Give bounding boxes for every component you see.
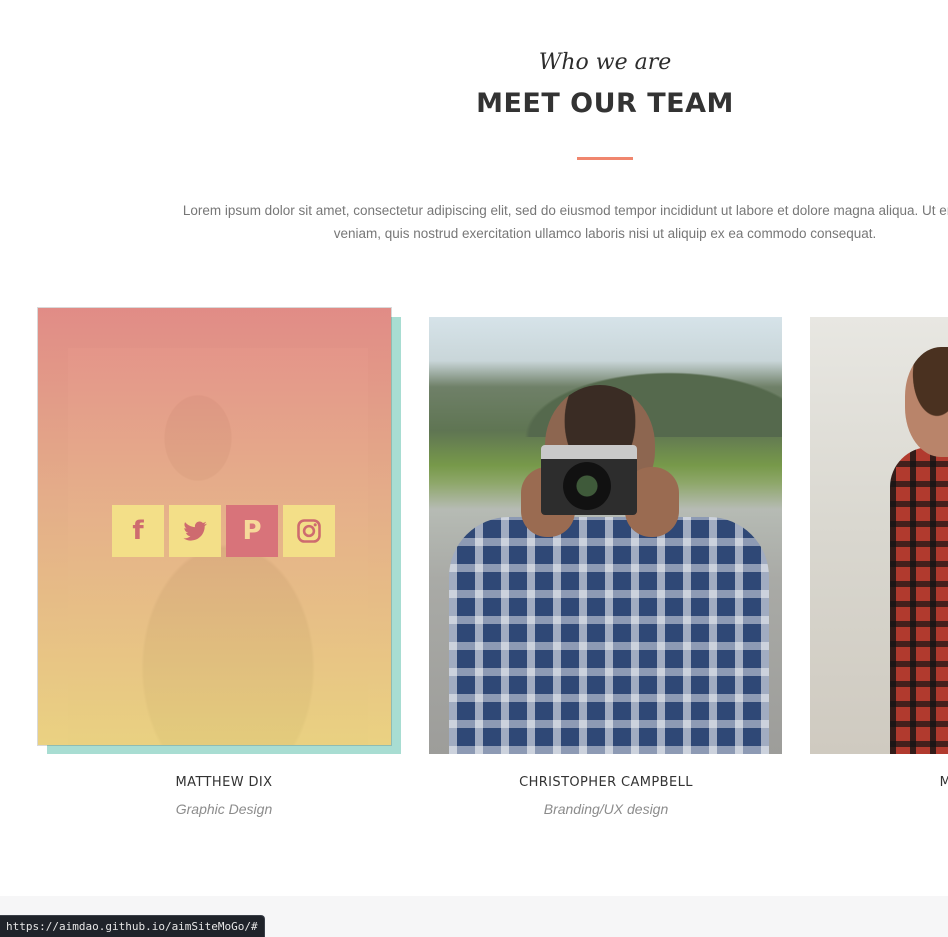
- member-role: Developer: [802, 801, 948, 817]
- facebook-icon: f: [132, 516, 144, 546]
- pinterest-icon: P: [242, 516, 262, 546]
- member-role: Branding/UX design: [543, 801, 669, 817]
- twitter-icon: [183, 521, 208, 541]
- browser-status-url: https://aimdao.github.io/aimSiteMoGo/#: [0, 915, 265, 937]
- social-links: f P: [112, 505, 335, 557]
- section-title: MEET OUR TEAM: [476, 88, 734, 119]
- team-section: Who we are MEET OUR TEAM Lorem ipsum dol…: [0, 0, 948, 937]
- intro-line-2: veniam, quis nostrud exercitation ullamc…: [333, 226, 877, 241]
- member-name: MATTHEW DIX: [175, 775, 273, 790]
- facebook-button[interactable]: f: [112, 505, 164, 557]
- member-head: [905, 347, 948, 457]
- member-name: CHRISTOPHER CAMPBELL: [519, 775, 693, 790]
- member-role: Graphic Design: [175, 801, 273, 817]
- plaid-shirt: [449, 517, 769, 754]
- twitter-button[interactable]: [169, 505, 221, 557]
- team-member-photo-christopher[interactable]: [429, 317, 782, 754]
- member-name: MICHAEL DAM: [939, 775, 948, 790]
- team-member-photo-michael[interactable]: [810, 317, 948, 754]
- pinterest-button[interactable]: P: [226, 505, 278, 557]
- instagram-button[interactable]: [283, 505, 335, 557]
- instagram-icon: [297, 519, 321, 543]
- section-subtitle: Who we are: [538, 50, 672, 75]
- title-divider: [577, 157, 633, 160]
- camera-lens: [563, 462, 611, 510]
- team-member-photo-matthew[interactable]: f P: [38, 308, 391, 745]
- intro-line-1: Lorem ipsum dolor sit amet, consectetur …: [182, 203, 948, 218]
- plaid-shirt: [890, 447, 948, 754]
- section-intro: Lorem ipsum dolor sit amet, consectetur …: [0, 199, 948, 245]
